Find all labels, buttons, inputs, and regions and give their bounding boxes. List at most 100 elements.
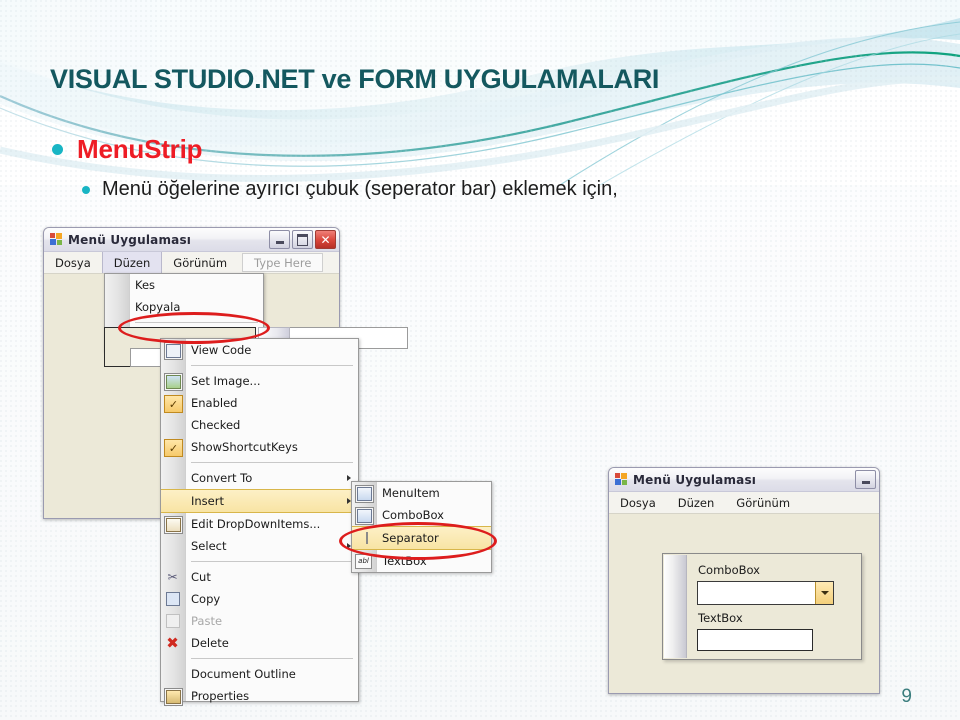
context-item-enabled[interactable]: ✓ Enabled xyxy=(161,392,358,414)
context-item-label: Select xyxy=(191,539,227,553)
context-item-label: Cut xyxy=(191,570,211,584)
dropdown-item-label: Kes xyxy=(135,278,156,292)
panel-grip-handle[interactable] xyxy=(664,555,687,658)
context-item-select[interactable]: Select xyxy=(161,535,358,557)
context-item-showshortcutkeys[interactable]: ✓ ShowShortcutKeys xyxy=(161,436,358,458)
context-item-label: Paste xyxy=(191,614,223,628)
context-item-convert-to[interactable]: Convert To xyxy=(161,467,358,489)
checkmark-icon: ✓ xyxy=(164,439,183,457)
context-item-label: Convert To xyxy=(191,471,253,485)
submenu-item-textbox[interactable]: abl TextBox xyxy=(352,550,491,572)
page-number: 9 xyxy=(901,686,912,707)
context-item-view-code[interactable]: View Code xyxy=(161,339,358,361)
paste-icon xyxy=(164,613,181,629)
dropdown-item-kes[interactable]: Kes xyxy=(105,274,263,296)
combobox-label: ComboBox xyxy=(698,563,760,577)
menu-item-duzen[interactable]: Düzen xyxy=(101,252,163,273)
menu-item-dosya[interactable]: Dosya xyxy=(44,252,102,273)
textbox-control[interactable] xyxy=(697,629,813,651)
context-item-label: ShowShortcutKeys xyxy=(191,440,298,454)
view-code-icon xyxy=(164,342,183,360)
context-item-label: Checked xyxy=(191,418,241,432)
context-item-set-image[interactable]: Set Image... xyxy=(161,370,358,392)
bullet-dot-icon xyxy=(82,185,90,194)
context-item-document-outline[interactable]: Document Outline xyxy=(161,663,358,685)
context-item-edit-dropdownitems[interactable]: Edit DropDownItems... xyxy=(161,513,358,535)
checkmark-icon: ✓ xyxy=(164,395,183,413)
dropdown-separator xyxy=(105,318,263,327)
form-right-menubar: Dosya Düzen Görünüm xyxy=(609,492,879,514)
application-icon xyxy=(615,473,628,486)
submenu-item-label: MenuItem xyxy=(382,486,440,500)
menu-item-duzen[interactable]: Düzen xyxy=(667,492,726,513)
minimize-button[interactable] xyxy=(269,230,290,249)
delete-x-icon: ✖ xyxy=(166,633,179,652)
context-item-label: Set Image... xyxy=(191,374,261,388)
context-separator xyxy=(161,557,358,566)
menu-item-dosya[interactable]: Dosya xyxy=(609,492,667,513)
submenu-item-combobox[interactable]: ComboBox xyxy=(352,504,491,526)
submenu-item-label: ComboBox xyxy=(382,508,444,522)
dropdown-item-label: Kopyala xyxy=(135,300,181,314)
chevron-down-icon[interactable] xyxy=(815,582,833,604)
submenu-item-label: Separator xyxy=(382,531,439,545)
form-right-titlebar[interactable]: Menü Uygulaması xyxy=(609,468,879,492)
context-item-paste: Paste xyxy=(161,610,358,632)
bullet-description-label: Menü öğelerine ayırıcı çubuk (seperator … xyxy=(102,178,618,200)
context-item-checked[interactable]: Checked xyxy=(161,414,358,436)
context-item-delete[interactable]: ✖ Delete xyxy=(161,632,358,654)
application-icon xyxy=(50,233,63,246)
context-item-cut[interactable]: ✂ Cut xyxy=(161,566,358,588)
submenu-item-menuitem[interactable]: MenuItem xyxy=(352,482,491,504)
insert-submenu[interactable]: MenuItem ComboBox Separator abl TextBox xyxy=(351,481,492,573)
context-item-label: Copy xyxy=(191,592,221,606)
close-button[interactable]: ✕ xyxy=(315,230,336,249)
form-left-menubar: Dosya Düzen Görünüm Type Here xyxy=(44,252,339,274)
bullet-dot-icon xyxy=(52,144,63,155)
minimize-button[interactable] xyxy=(855,470,876,489)
control-panel: ComboBox TextBox xyxy=(662,553,862,660)
context-item-insert[interactable]: Insert xyxy=(161,489,358,513)
bullet-menustrip-label: MenuStrip xyxy=(77,134,203,164)
copy-icon xyxy=(164,591,181,607)
textbox-abl-icon: abl xyxy=(355,553,372,569)
edit-dropdownitems-icon xyxy=(164,516,183,534)
bullet-menustrip: MenuStrip xyxy=(52,134,203,165)
menu-item-gorunum[interactable]: Görünüm xyxy=(725,492,801,513)
menu-item-gorunum[interactable]: Görünüm xyxy=(162,252,238,273)
form-left-titlebar[interactable]: Menü Uygulaması ✕ xyxy=(44,228,339,252)
context-item-label: Document Outline xyxy=(191,667,296,681)
context-separator xyxy=(161,654,358,663)
menu-type-here-placeholder[interactable]: Type Here xyxy=(242,253,324,272)
combobox-control[interactable] xyxy=(697,581,834,605)
context-item-label: Edit DropDownItems... xyxy=(191,517,321,531)
form-left-window-buttons: ✕ xyxy=(269,230,336,249)
separator-icon xyxy=(355,530,372,546)
context-item-copy[interactable]: Copy xyxy=(161,588,358,610)
form-right-caption: Menü Uygulaması xyxy=(633,472,757,487)
set-image-icon xyxy=(164,373,183,391)
scissors-icon: ✂ xyxy=(167,570,178,584)
submenu-item-label: TextBox xyxy=(382,554,427,568)
context-separator xyxy=(161,458,358,467)
slide-canvas: VISUAL STUDIO.NET ve FORM UYGULAMALARI M… xyxy=(0,0,960,720)
properties-icon xyxy=(164,688,183,706)
page-title: VISUAL STUDIO.NET ve FORM UYGULAMALARI xyxy=(50,64,660,94)
menuitem-icon xyxy=(355,485,374,503)
context-item-label: Enabled xyxy=(191,396,238,410)
context-separator xyxy=(161,361,358,370)
context-item-label: View Code xyxy=(191,343,252,357)
combobox-icon xyxy=(355,507,374,525)
bullet-description: Menü öğelerine ayırıcı çubuk (seperator … xyxy=(82,178,618,201)
form-right-window-buttons xyxy=(855,470,876,489)
form-left-caption: Menü Uygulaması xyxy=(68,232,192,247)
context-item-label: Delete xyxy=(191,636,229,650)
designer-context-menu[interactable]: View Code Set Image... ✓ Enabled Checked… xyxy=(160,338,359,706)
dropdown-item-kopyala[interactable]: Kopyala xyxy=(105,296,263,318)
context-item-label: Insert xyxy=(191,494,224,508)
maximize-button[interactable] xyxy=(292,230,313,249)
textbox-label: TextBox xyxy=(698,611,743,625)
context-item-label: Properties xyxy=(191,689,250,703)
submenu-item-separator[interactable]: Separator xyxy=(352,526,491,550)
context-item-properties[interactable]: Properties xyxy=(161,685,358,707)
